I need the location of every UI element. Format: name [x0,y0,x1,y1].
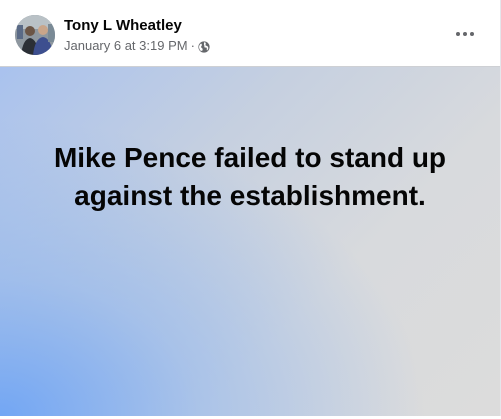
globe-icon[interactable] [198,40,210,53]
more-options-button[interactable] [450,20,480,48]
post-background [0,66,500,416]
author-name[interactable]: Tony L Wheatley [64,16,182,36]
avatar[interactable] [15,15,55,55]
more-options-icon [470,32,474,36]
post-meta: January 6 at 3:19 PM · [64,37,210,55]
post-timestamp[interactable]: January 6 at 3:19 PM [64,37,188,55]
avatar-photo-icon [15,15,55,55]
post-text: Mike Pence failed to stand up against th… [53,142,447,211]
meta-separator: · [190,38,195,53]
more-options-icon [456,32,460,36]
more-options-icon [463,32,467,36]
post-header: Tony L Wheatley January 6 at 3:19 PM · [0,0,500,66]
post-card: Tony L Wheatley January 6 at 3:19 PM · M… [0,0,501,419]
